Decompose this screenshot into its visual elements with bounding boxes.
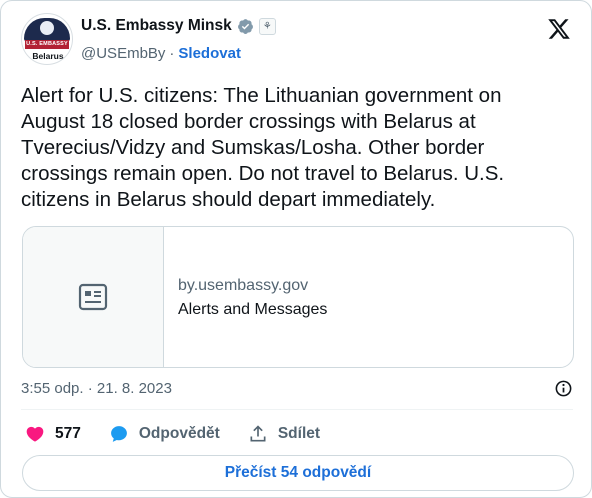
share-icon: [250, 425, 266, 442]
follow-button[interactable]: Sledovat: [178, 45, 241, 62]
link-domain: by.usembassy.gov: [178, 277, 309, 294]
avatar-country: Belarus: [32, 51, 64, 61]
reply-bubble-icon: [110, 426, 127, 442]
handle-separator: ·: [169, 44, 175, 62]
tweet-header: U.S. EMBASSY Belarus U.S. Embassy Minsk …: [21, 13, 573, 69]
read-replies-button[interactable]: Přečíst 54 odpovědí: [22, 455, 574, 491]
share-button[interactable]: Sdílet: [248, 424, 320, 444]
share-label: Sdílet: [277, 425, 321, 442]
link-thumbnail: [23, 227, 164, 367]
meta-row: 3:55 odp. · 21. 8. 2023: [21, 378, 573, 398]
like-button[interactable]: 577: [25, 424, 81, 444]
verified-badge-icon: [237, 18, 253, 34]
tweet-text: Alert for U.S. citizens: The Lithuanian …: [21, 84, 505, 211]
article-icon: [78, 283, 108, 311]
tweet-embed-card: U.S. EMBASSY Belarus U.S. Embassy Minsk …: [0, 0, 592, 498]
like-count: 577: [55, 425, 81, 442]
x-logo-icon[interactable]: [547, 17, 571, 41]
link-body: by.usembassy.gov Alerts and Messages: [164, 227, 327, 367]
avatar-banner: U.S. EMBASSY: [25, 40, 69, 49]
reply-button[interactable]: Odpovědět: [109, 424, 220, 444]
link-title: Alerts and Messages: [178, 301, 328, 318]
info-icon[interactable]: [554, 379, 573, 398]
government-label-icon: ⚘: [258, 17, 276, 35]
avatar[interactable]: U.S. EMBASSY Belarus: [21, 13, 73, 65]
action-bar: 577 Odpovědět Sdílet: [25, 422, 348, 446]
account-name[interactable]: U.S. Embassy Minsk: [81, 17, 232, 35]
reply-label: Odpovědět: [138, 425, 220, 442]
tweet-timestamp[interactable]: 3:55 odp. · 21. 8. 2023: [21, 380, 172, 397]
divider: [21, 409, 573, 410]
handle-row: @USEmbBy · Sledovat: [81, 43, 241, 63]
link-preview-card[interactable]: by.usembassy.gov Alerts and Messages: [22, 226, 574, 368]
heart-icon: [26, 426, 44, 442]
account-handle[interactable]: @USEmbBy: [81, 45, 165, 62]
name-row: U.S. Embassy Minsk ⚘: [81, 15, 276, 37]
eagle-emblem-icon: [40, 21, 54, 35]
